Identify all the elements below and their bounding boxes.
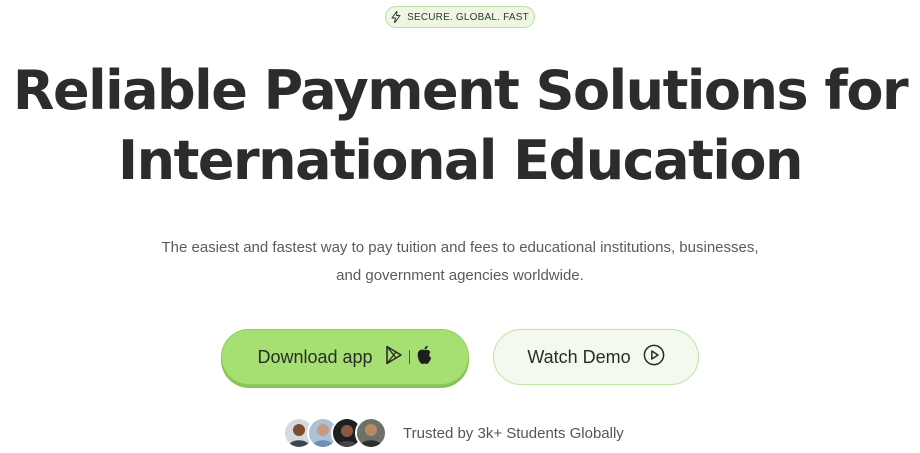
download-app-button[interactable]: Download app [221, 329, 469, 385]
apple-icon [416, 345, 433, 370]
watch-demo-label: Watch Demo [527, 346, 631, 367]
lightning-icon [391, 11, 401, 23]
subtitle-line-2: and government agencies worldwide. [336, 267, 584, 284]
play-circle-icon [643, 344, 665, 371]
store-icons [385, 345, 433, 370]
headline-line-1: Reliable Payment Solutions for [12, 59, 909, 122]
icon-divider [408, 350, 410, 364]
avatar-stack [283, 417, 387, 449]
trusted-text: Trusted by 3k+ Students Globally [403, 424, 624, 442]
subtitle-line-1: The easiest and fastest way to pay tuiti… [161, 239, 759, 256]
social-proof: Trusted by 3k+ Students Globally [283, 416, 624, 450]
headline-line-2: International Education [118, 129, 803, 192]
watch-demo-button[interactable]: Watch Demo [493, 329, 699, 385]
tagline-badge: SECURE. GLOBAL. FAST [385, 6, 535, 28]
badge-text: SECURE. GLOBAL. FAST [407, 11, 529, 23]
google-play-icon [385, 345, 403, 370]
hero-section: SECURE. GLOBAL. FAST Reliable Payment So… [0, 0, 920, 453]
page-title: Reliable Payment Solutions for Internati… [0, 56, 920, 196]
download-app-label: Download app [257, 346, 373, 367]
avatar [355, 417, 387, 449]
hero-subtitle: The easiest and fastest way to pay tuiti… [110, 234, 810, 290]
